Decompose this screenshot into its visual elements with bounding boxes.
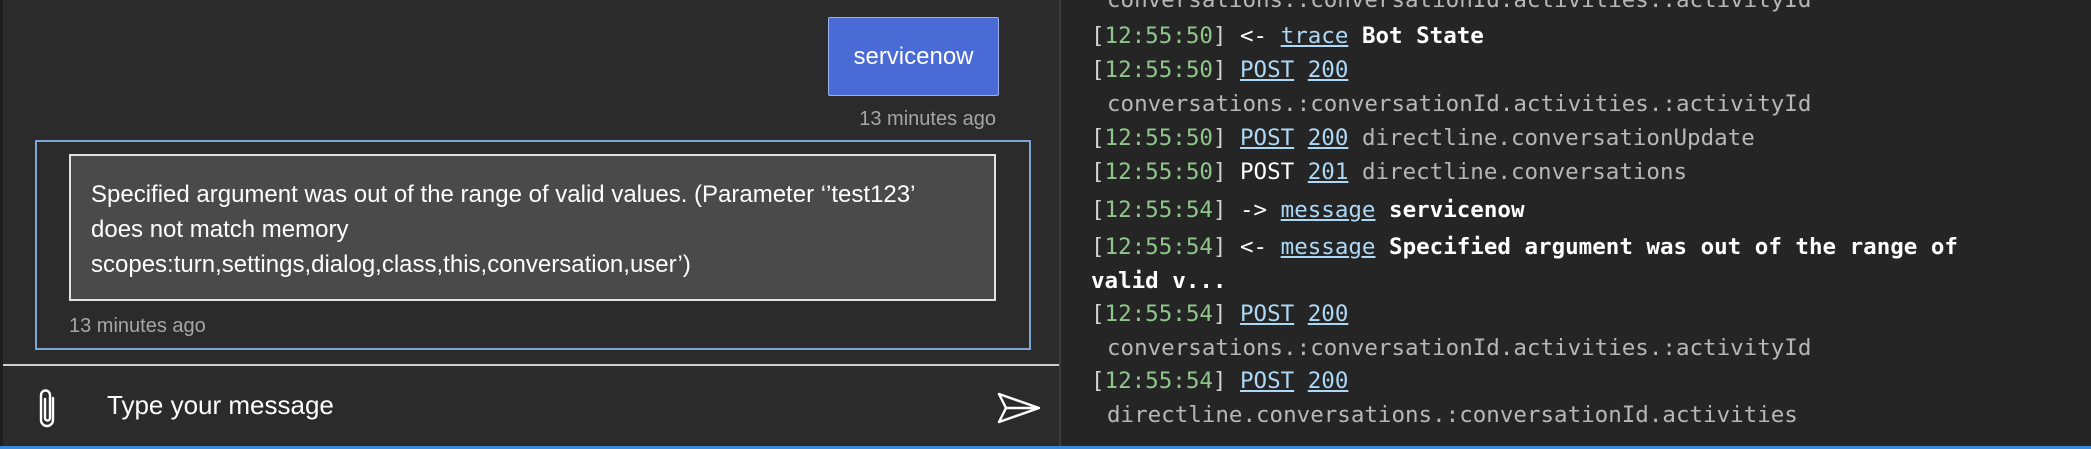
bot-message-bubble: Specified argument was out of the range …	[69, 154, 996, 301]
log-status-link[interactable]: 200	[1308, 57, 1349, 83]
log-line: [12:55:50] POST 201 directline.conversat…	[1091, 159, 1688, 185]
log-timestamp: 12:55:54	[1104, 197, 1213, 223]
log-timestamp: 12:55:50	[1104, 159, 1213, 185]
log-summary: Bot State	[1361, 23, 1484, 49]
log-status-link[interactable]: 200	[1308, 301, 1349, 327]
log-summary: Specified argument was out of the range …	[1389, 234, 1958, 260]
attach-button[interactable]	[27, 383, 67, 435]
log-path: conversations.:conversationId.activities…	[1107, 335, 1812, 361]
paperclip-icon	[39, 389, 55, 428]
log-timestamp: 12:55:50	[1104, 125, 1213, 151]
log-direction: <-	[1240, 234, 1268, 260]
user-message-bubble[interactable]: servicenow	[828, 17, 999, 96]
log-line: [12:55:50] <- trace Bot State	[1091, 23, 1484, 49]
log-summary: servicenow	[1389, 197, 1525, 223]
bot-message-line: Specified argument was out of the range …	[91, 181, 916, 208]
log-timestamp: 12:55:50	[1104, 23, 1213, 49]
log-method: POST	[1240, 159, 1295, 185]
log-method-link[interactable]: POST	[1240, 301, 1294, 327]
log-timestamp: 12:55:54	[1104, 234, 1213, 260]
log-line: [12:55:50] POST 200 directline.conversat…	[1091, 125, 1755, 151]
log-path: directline.conversationUpdate	[1361, 125, 1755, 151]
log-direction: <-	[1240, 23, 1268, 49]
log-status-link[interactable]: 201	[1308, 159, 1349, 185]
message-input[interactable]	[107, 380, 967, 430]
log-line: [12:55:54] <- message Specified argument…	[1091, 234, 1958, 260]
log-path: directline.conversations	[1361, 159, 1688, 185]
log-status-link[interactable]: 200	[1308, 125, 1349, 151]
log-status-link[interactable]: 200	[1308, 368, 1349, 394]
bot-message-line: scopes:turn,settings,dialog,class,this,c…	[91, 251, 691, 278]
log-line: [12:55:54] POST 200	[1091, 368, 1349, 394]
log-line: [12:55:54] POST 200	[1091, 301, 1349, 327]
bot-message-timestamp: 13 minutes ago	[69, 315, 206, 337]
log-path: conversations.:conversationId.activities…	[1107, 91, 1812, 117]
send-button[interactable]	[995, 386, 1043, 430]
chat-panel: servicenow 13 minutes ago Specified argu…	[0, 0, 1062, 449]
log-timestamp: 12:55:54	[1104, 301, 1213, 327]
log-line-cut: conversations.:conversationId.activities…	[1107, 0, 1812, 13]
log-summary-continued: valid v...	[1091, 268, 1227, 294]
log-activity-link[interactable]: trace	[1281, 23, 1349, 49]
bot-message-line: does not match memory	[91, 216, 349, 243]
bot-activity-selected[interactable]: Specified argument was out of the range …	[35, 140, 1031, 350]
log-timestamp: 12:55:50	[1104, 57, 1213, 83]
log-timestamp: 12:55:54	[1104, 368, 1213, 394]
log-path: directline.conversations.:conversationId…	[1107, 402, 1798, 428]
log-line: [12:55:50] POST 200	[1091, 57, 1349, 83]
user-message-timestamp: 13 minutes ago	[859, 108, 996, 130]
user-message-text: servicenow	[853, 42, 974, 70]
log-line: [12:55:54] -> message servicenow	[1091, 197, 1525, 223]
log-activity-link[interactable]: message	[1281, 234, 1376, 260]
message-composer	[3, 364, 1062, 449]
log-method-link[interactable]: POST	[1240, 57, 1294, 83]
log-method-link[interactable]: POST	[1240, 368, 1294, 394]
log-method-link[interactable]: POST	[1240, 125, 1294, 151]
send-icon	[997, 392, 1041, 424]
log-direction: ->	[1240, 197, 1268, 223]
log-panel: conversations.:conversationId.activities…	[1061, 0, 2091, 446]
log-activity-link[interactable]: message	[1281, 197, 1376, 223]
